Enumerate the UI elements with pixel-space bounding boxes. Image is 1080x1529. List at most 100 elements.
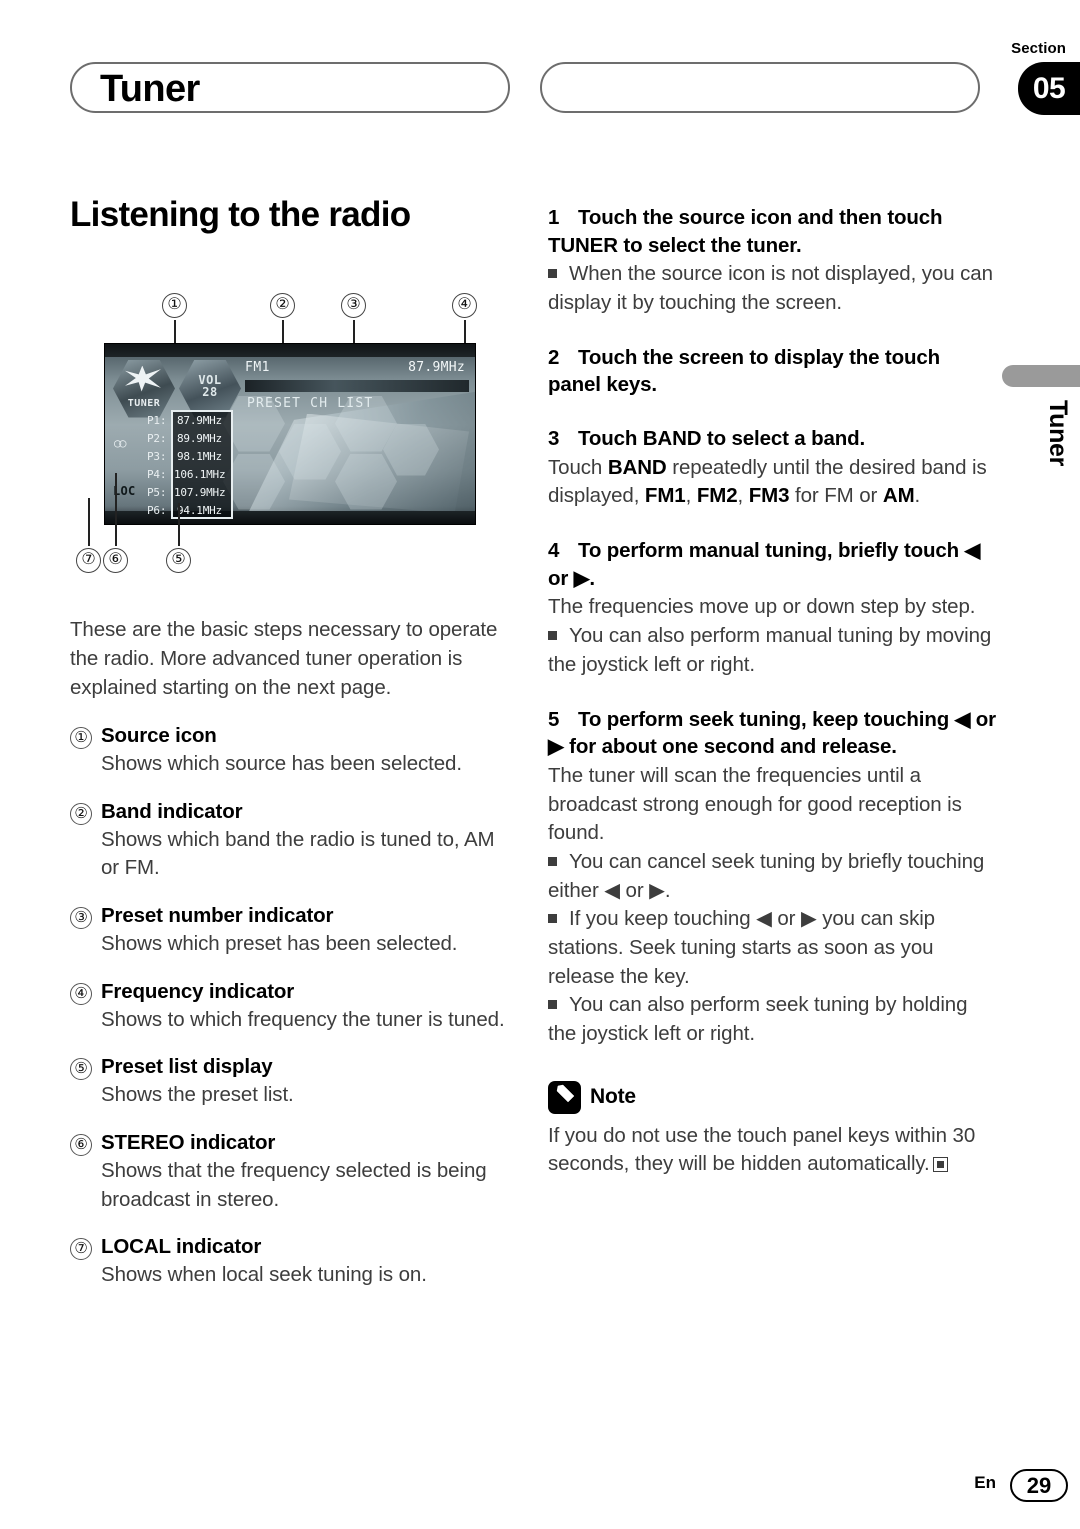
volume-label: VOL <box>198 372 222 387</box>
step-5-number: 5 <box>548 707 560 731</box>
fm3-keyword: FM3 <box>748 484 790 508</box>
step-1: 1 Touch the source icon and then touch TU… <box>548 204 996 318</box>
legend-number-7: ⑦ <box>70 1238 92 1261</box>
step-2-number: 2 <box>548 345 560 369</box>
step-3-body-a: Touch <box>548 455 608 479</box>
preset-value-6: 94.1MHz <box>177 503 222 517</box>
step-4-bullet: You can also perform manual tuning by mo… <box>548 622 996 679</box>
step-2-text: Touch the screen to display the touch pa… <box>548 345 940 397</box>
step-3-title: 3 Touch BAND to select a band. <box>548 425 996 453</box>
section-number-badge: 05 <box>1018 62 1080 115</box>
note-body-text: If you do not use the touch panel keys w… <box>548 1123 976 1176</box>
preset-value-4: 106.1MHz <box>174 467 226 481</box>
legend-item-1: ① Source icon Shows which source has bee… <box>70 724 514 779</box>
step-4-title: 4 To perform manual tuning, briefly touch… <box>548 537 996 592</box>
fm2-keyword: FM2 <box>696 484 738 508</box>
band-keyword: BAND <box>607 455 667 479</box>
callout-6: ⑥ <box>103 547 128 573</box>
legend-item-5: ⑤ Preset list display Shows the preset l… <box>70 1055 514 1110</box>
section-label: Section <box>1011 40 1066 57</box>
side-tab-marker <box>1002 365 1080 387</box>
legend-desc-2: Shows which band the radio is tuned to, … <box>101 827 495 880</box>
side-tab-label: Tuner <box>1044 400 1072 467</box>
legend-desc-5: Shows the preset list. <box>101 1083 294 1107</box>
step-4-bullet-text: You can also perform manual tuning by mo… <box>548 624 992 676</box>
callout-line-5 <box>178 502 180 546</box>
step-5: 5 To perform seek tuning, keep touching ◀… <box>548 706 996 1049</box>
step-4-text: To perform manual tuning, briefly touch … <box>548 539 981 590</box>
pencil-icon <box>548 1080 581 1114</box>
volume-value: VOL 28 <box>183 374 237 398</box>
bullet-square-icon <box>548 856 557 866</box>
footer-page-number: 29 <box>1010 1469 1068 1502</box>
legend-item-4: ④ Frequency indicator Shows to which fre… <box>70 980 514 1035</box>
legend-title-3: Preset number indicator <box>101 903 334 927</box>
legend-number-4: ④ <box>70 982 92 1005</box>
step-2-title: 2 Touch the screen to display the touch p… <box>548 344 996 399</box>
legend-title-6: STEREO indicator <box>101 1130 276 1154</box>
step-5-title: 5 To perform seek tuning, keep touching ◀… <box>548 706 996 761</box>
stereo-indicator: ○○ <box>114 435 127 450</box>
preset-value-2: 89.9MHz <box>177 431 222 445</box>
step-5-body: The tuner will scan the frequencies unti… <box>548 763 962 845</box>
step-3-body-d: . <box>914 484 921 508</box>
end-of-note-icon <box>932 1157 948 1173</box>
preset-list-display[interactable]: 87.9MHz 89.9MHz 98.1MHz 106.1MHz 107.9MH… <box>171 409 233 519</box>
callout-3: ③ <box>341 292 366 318</box>
screen-top-bar <box>105 343 475 357</box>
fm1-keyword: FM1 <box>644 484 686 508</box>
legend-item-2: ② Band indicator Shows which band the ra… <box>70 800 514 883</box>
legend-number-6: ⑥ <box>70 1133 92 1156</box>
right-column: 1 Touch the source icon and then touch TU… <box>548 204 996 1179</box>
preset-number-6: P6: <box>147 503 167 517</box>
callout-5: ⑤ <box>166 547 191 573</box>
legend-title-1: Source icon <box>101 723 217 747</box>
legend-desc-3: Shows which preset has been selected. <box>101 931 458 955</box>
source-icon-label: TUNER <box>127 397 161 409</box>
callout-line-3 <box>353 319 355 344</box>
step-5-text: To perform seek tuning, keep touching ◀ … <box>548 707 996 759</box>
step-5-bullet-2: If you keep touching ◀ or ▶ you can skip… <box>548 905 996 991</box>
callout-2: ② <box>270 292 295 318</box>
legend-desc-1: Shows which source has been selected. <box>101 751 462 775</box>
footer-language: En <box>974 1473 996 1492</box>
legend-item-6: ⑥ STEREO indicator Shows that the freque… <box>70 1131 514 1214</box>
preset-value-5: 107.9MHz <box>174 485 226 499</box>
step-3: 3 Touch BAND to select a band. Touch BAND… <box>548 425 996 511</box>
step-5-bullet-3-text: You can also perform seek tuning by hold… <box>548 993 968 1046</box>
step-1-number: 1 <box>548 206 560 229</box>
note-body: If you do not use the touch panel keys w… <box>548 1122 996 1179</box>
left-column: Listening to the radio ① ② ③ ④ TUNER VOL… <box>70 195 514 1311</box>
preset-number-5: P5: <box>147 485 167 499</box>
figure-tuner-screen: ① ② ③ ④ TUNER VOL 28 FM1 87.9MHz PRESET … <box>70 292 514 583</box>
bullet-square-icon <box>548 914 557 924</box>
page-title: Listening to the radio <box>70 195 411 234</box>
legend-item-7-head: ⑦ LOCAL indicator <box>70 1235 514 1261</box>
step-3-text: Touch BAND to select a band. <box>578 427 866 451</box>
preset-number-2: P2: <box>147 431 167 445</box>
legend-item-3-head: ③ Preset number indicator <box>70 904 514 929</box>
callout-line-6 <box>115 472 117 546</box>
preset-value-3: 98.1MHz <box>177 449 222 463</box>
frequency-indicator: 87.9MHz <box>408 359 465 375</box>
legend-item-6-head: ⑥ STEREO indicator <box>70 1131 514 1156</box>
legend-number-2: ② <box>70 802 92 825</box>
step-4: 4 To perform manual tuning, briefly touch… <box>548 537 996 679</box>
preset-value-1: 87.9MHz <box>177 413 222 427</box>
step-3-body-c: for FM or <box>789 484 883 508</box>
legend-desc-4: Shows to which frequency the tuner is tu… <box>101 1007 505 1031</box>
step-1-bullet: When the source icon is not displayed, y… <box>548 260 996 317</box>
preset-ch-list-label[interactable]: PRESET CH LIST <box>247 396 373 411</box>
legend-item-3: ③ Preset number indicator Shows which pr… <box>70 904 514 959</box>
band-indicator: FM1 <box>245 359 270 375</box>
legend-title-7: LOCAL indicator <box>101 1235 262 1259</box>
hex-pattern <box>223 395 439 520</box>
callout-line-7 <box>88 497 90 546</box>
step-5-bullet-1-text: You can cancel seek tuning by briefly to… <box>548 849 985 902</box>
callout-7: ⑦ <box>76 547 101 573</box>
legend-item-4-head: ④ Frequency indicator <box>70 980 514 1005</box>
legend-title-4: Frequency indicator <box>101 979 295 1003</box>
legend-item-7: ⑦ LOCAL indicator Shows when local seek … <box>70 1235 514 1290</box>
callout-1: ① <box>162 292 187 318</box>
callout-4: ④ <box>452 292 477 318</box>
